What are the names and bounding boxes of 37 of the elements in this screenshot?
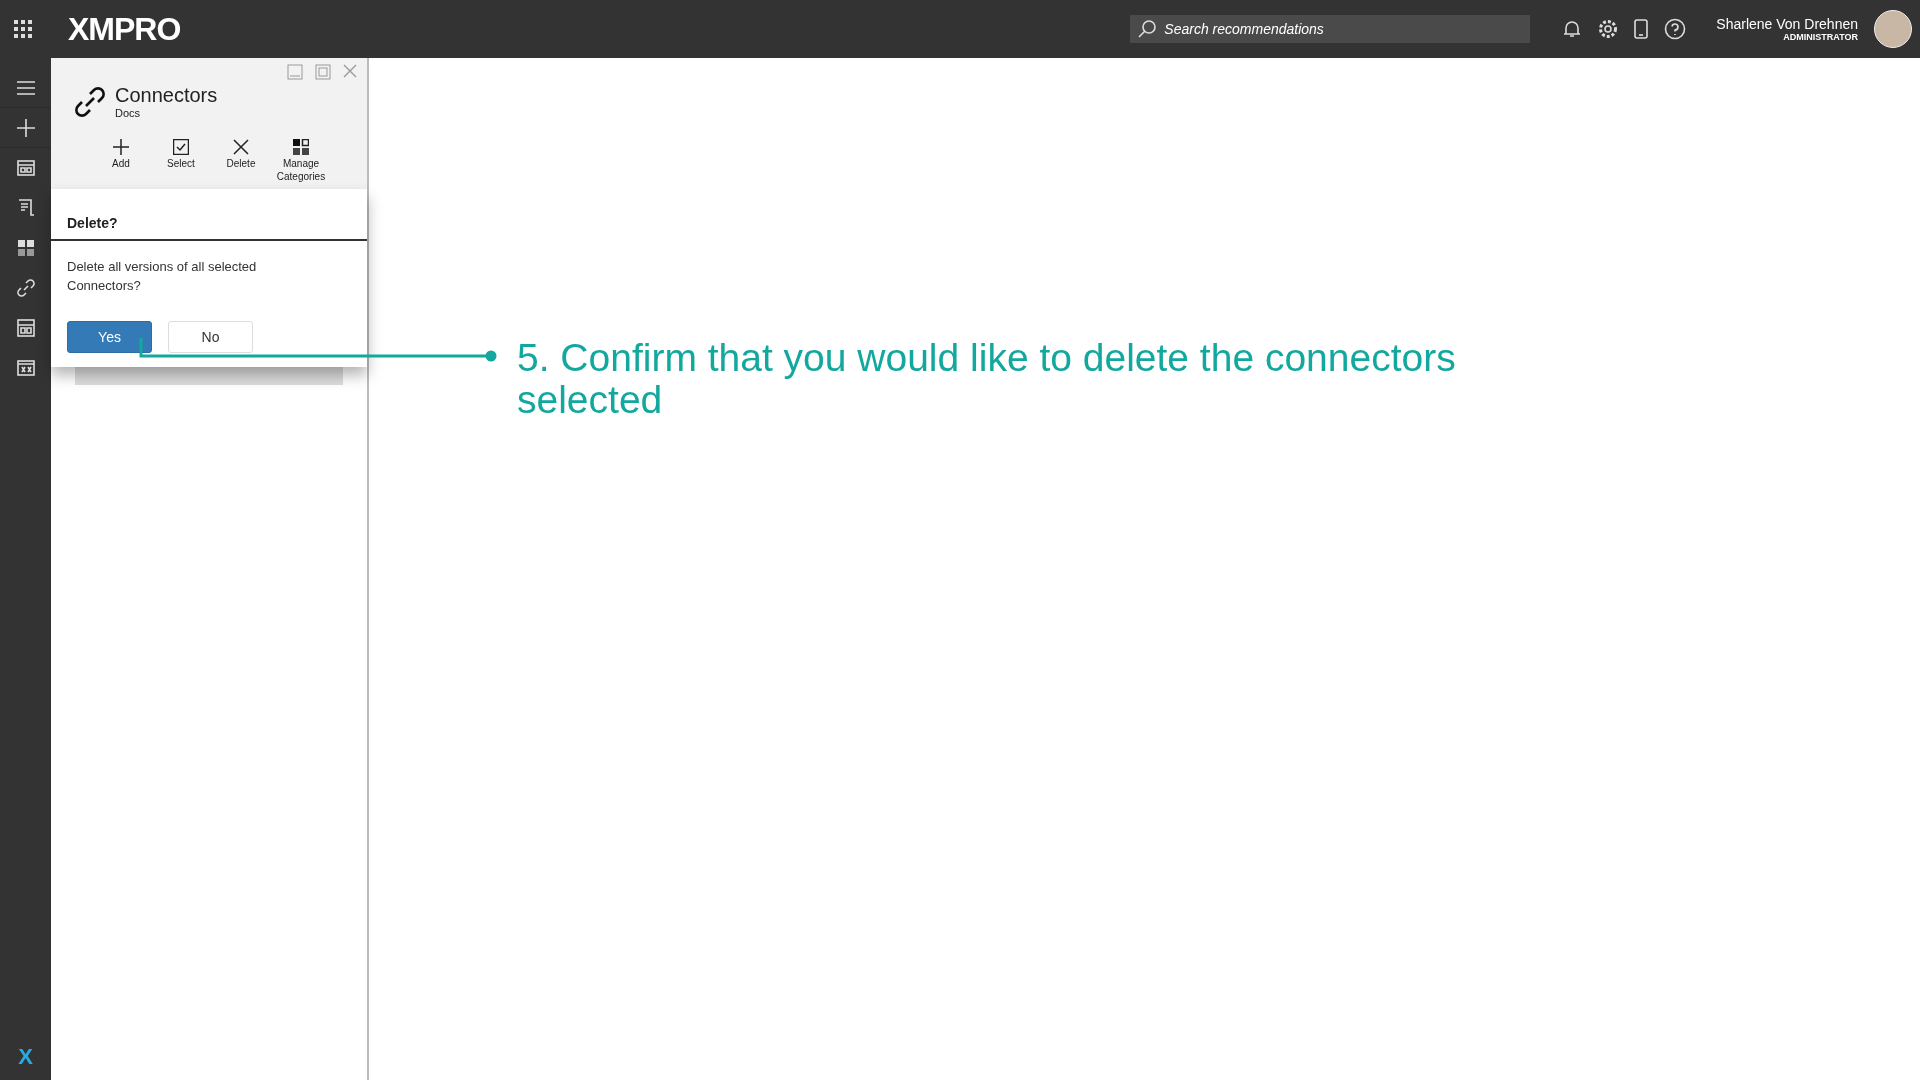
toolbar-button[interactable]: Delete [211, 139, 271, 183]
toolbar-button[interactable]: Add [91, 139, 151, 183]
help-icon[interactable] [1664, 18, 1687, 40]
footer-logo[interactable]: X [18, 1044, 33, 1070]
checkbox-icon [173, 139, 189, 155]
user-role: ADMINISTRATOR [1783, 32, 1858, 42]
settings-icon[interactable] [1598, 19, 1619, 39]
layout-icon [16, 160, 35, 176]
close-icon[interactable] [343, 64, 357, 78]
link-icon [16, 279, 35, 297]
panel-title: Connectors [115, 84, 218, 107]
search-field[interactable]: Search recommendations [1130, 15, 1531, 43]
phone-icon[interactable] [1634, 19, 1649, 39]
toolbar-button[interactable]: Select [151, 139, 211, 183]
document-icon [16, 199, 35, 217]
dialog-button[interactable]: Yes [67, 321, 152, 353]
grid-icon [293, 139, 309, 155]
dialog-title: Delete? [51, 189, 367, 241]
close-icon [233, 139, 249, 155]
variable-icon [16, 360, 35, 376]
callout-text: 5. Confirm that you would like to delete the connectors selected [517, 337, 1457, 421]
bell-icon[interactable] [1562, 19, 1583, 39]
logo[interactable]: XMPRO [68, 10, 181, 48]
add-icon [16, 118, 35, 137]
toolbar-button[interactable]: Manage Categories [271, 139, 331, 183]
apps-icon[interactable] [14, 20, 32, 38]
add-icon [113, 139, 129, 155]
menu-icon [16, 80, 35, 95]
calculator-icon [16, 319, 35, 337]
avatar[interactable] [1874, 10, 1912, 48]
panel-subtitle: Docs [115, 107, 142, 119]
user-name: Sharlene Von Drehnen [1716, 16, 1858, 32]
dialog-button[interactable]: No [168, 321, 253, 353]
grid-icon [16, 239, 35, 257]
dialog-message: Delete all versions of all selected Connectors? [66, 258, 258, 295]
search-icon [1138, 20, 1157, 38]
link-icon [75, 86, 105, 117]
